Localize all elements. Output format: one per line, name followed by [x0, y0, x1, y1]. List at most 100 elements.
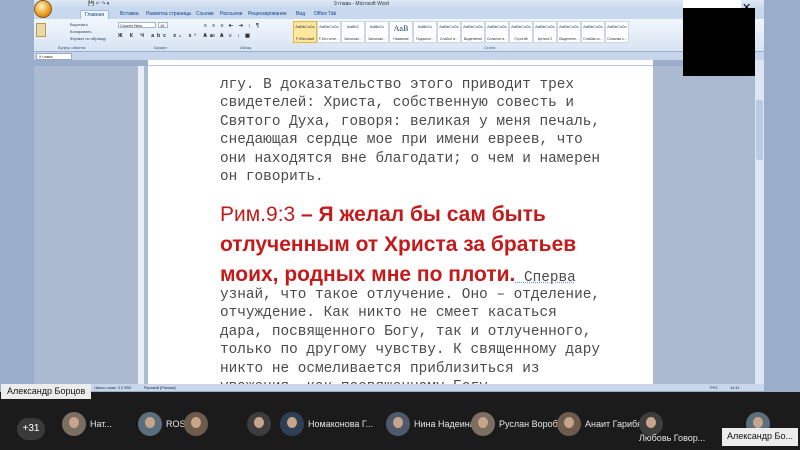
style-name: ¶ Обычный: [295, 37, 315, 41]
style-tile[interactable]: AaBbCc Заголово...: [365, 21, 389, 43]
document-page[interactable]: лгу. В доказательство этого приводит тре…: [148, 66, 653, 386]
style-name: Строгий: [514, 37, 528, 41]
self-view-header: [683, 0, 741, 8]
format-painter-button[interactable]: Формат по образцу: [70, 36, 106, 41]
avatar: [62, 412, 86, 436]
verse-reference: Рим.9:3: [220, 203, 296, 226]
style-tile[interactable]: AaBbCcDc ¶ Без инте...: [317, 21, 341, 43]
style-sample: AaBbCcDc: [559, 24, 579, 29]
input-language[interactable]: РУС: [710, 385, 718, 390]
shared-screen: 💾 ↶ ↷ ▾ 9 глава - Microsoft Word Главная…: [0, 0, 800, 392]
style-tile[interactable]: AaBbCcDc Сильная с...: [605, 21, 629, 43]
style-tile[interactable]: AaBbCcDc Строгий: [509, 21, 533, 43]
style-sample: AaBbCcDc: [319, 24, 339, 29]
font-name-select[interactable]: Courier New: [118, 22, 156, 28]
participant-name: Анаит Гарибян: [585, 419, 647, 429]
style-tile[interactable]: AaBbCcDc Выделенн...: [557, 21, 581, 43]
self-video-preview[interactable]: [683, 8, 755, 76]
tab-page-layout[interactable]: Разметка страницы: [146, 11, 191, 17]
participant-name: Нина Надеина: [414, 419, 475, 429]
style-name: Заголово...: [368, 37, 386, 41]
style-tile[interactable]: AaBbCcDc ¶ Обычный: [293, 21, 317, 43]
clock: 14:11: [730, 385, 740, 390]
style-name: Заголово...: [344, 37, 362, 41]
style-name: Сильное в...: [487, 37, 507, 41]
avatar: [184, 412, 208, 436]
style-tile[interactable]: AaBbCcDc Сильное в...: [485, 21, 509, 43]
style-tile[interactable]: AaBbCcDc Слабое в...: [437, 21, 461, 43]
style-name: Подзагол...: [415, 37, 434, 41]
verse-heading: Рим.9:3 – Я желал бы сам быть отлученным…: [220, 200, 615, 293]
language-status[interactable]: Русский (Россия): [144, 385, 176, 390]
style-name: Сильная с...: [607, 37, 627, 41]
style-name: Слабое в...: [439, 37, 459, 41]
style-sample: AaBbCcDc: [295, 24, 315, 29]
style-tile[interactable]: AaBbCcDc Слабая сс...: [581, 21, 605, 43]
ribbon-tabs: Главная Вставка Разметка страницы Ссылки…: [34, 9, 764, 19]
tab-office-tab[interactable]: Office Tab: [314, 11, 336, 17]
style-sample: AaBbCcDc: [535, 24, 555, 29]
tab-review[interactable]: Рецензирование: [248, 11, 287, 17]
participant-count-button[interactable]: +31: [17, 418, 45, 440]
paragraph-1: лгу. В доказательство этого приводит тре…: [220, 77, 600, 186]
document-tab[interactable]: 9 глава: [36, 53, 72, 60]
avatar: [386, 412, 410, 436]
style-name: Выделение: [463, 37, 483, 41]
cut-button[interactable]: Вырезать: [70, 22, 88, 27]
paste-icon[interactable]: [36, 23, 46, 37]
avatar: [280, 412, 304, 436]
paragraph-align-buttons[interactable]: ≡ ≡ ≡ ≡ ↕ ▦: [204, 33, 252, 39]
office-button[interactable]: [34, 0, 52, 18]
participant-tile[interactable]: Анаит Гарибян: [557, 412, 647, 436]
copy-button[interactable]: Копировать: [70, 29, 92, 34]
tab-view[interactable]: Вид: [296, 11, 305, 17]
status-bar: Число слов: 3 2 950 Русский (Россия) РУС…: [34, 384, 764, 391]
style-name: ¶ Без инте...: [319, 37, 339, 41]
style-tile[interactable]: AaBbCcDc Цитата 2: [533, 21, 557, 43]
tab-insert[interactable]: Вставка: [120, 11, 139, 17]
presenter-name-tag: Александр Борцов: [1, 384, 92, 399]
participant-tile[interactable]: [247, 412, 271, 436]
style-tile[interactable]: AaBbCcDc Выделение: [461, 21, 485, 43]
avatar: [247, 412, 271, 436]
participant-name: Руслан Вороб...: [499, 419, 566, 429]
style-name: Цитата 2: [537, 37, 553, 41]
participant-tile[interactable]: Нина Надеина: [386, 412, 475, 436]
style-sample: AaBbC: [346, 24, 360, 29]
participant-name: Номаконова Г...: [308, 419, 374, 429]
avatar: [471, 412, 495, 436]
quick-access-toolbar[interactable]: 💾 ↶ ↷ ▾: [88, 1, 109, 7]
style-tile[interactable]: AaB Название: [389, 21, 413, 43]
tab-mailings[interactable]: Рассылки: [220, 11, 242, 17]
group-label-styles: Стили: [484, 45, 496, 50]
styles-gallery[interactable]: AaBbCcDc ¶ Обычный AaBbCcDc ¶ Без инте... Aa…: [293, 21, 629, 43]
participant-tile[interactable]: Номаконова Г...: [280, 412, 373, 436]
style-sample: AaB: [393, 24, 409, 33]
font-size-select[interactable]: 16: [158, 22, 168, 28]
style-sample: AaBbCc: [417, 24, 433, 29]
avatar: [557, 412, 581, 436]
style-sample: AaBbCcDc: [439, 24, 459, 29]
participant-name: Нат...: [90, 419, 112, 429]
group-label-clipboard: Буфер обмена: [58, 45, 86, 50]
scroll-thumb[interactable]: [756, 100, 763, 160]
style-sample: AaBbCcDc: [607, 24, 627, 29]
group-label-font: Шрифт: [154, 45, 168, 50]
participant-tile[interactable]: [184, 412, 208, 436]
paragraph-2: узнай, что такое отлучение. Оно – отделе…: [220, 287, 600, 386]
tab-references[interactable]: Ссылки: [196, 11, 214, 17]
participant-tile[interactable]: Нат...: [62, 412, 112, 436]
window-title: 9 глава - Microsoft Word: [334, 1, 389, 7]
style-name: Слабая сс...: [583, 37, 603, 41]
style-tile[interactable]: AaBbCc Подзагол...: [413, 21, 437, 43]
participant-tile[interactable]: Руслан Вороб...: [471, 412, 565, 436]
tab-home[interactable]: Главная: [80, 10, 110, 19]
paragraph-list-buttons[interactable]: ≡ ≡ ≡ ⇤ ⇥ ↕ ¶: [204, 23, 261, 29]
style-sample: AaBbCcDc: [463, 24, 483, 29]
participant-name: Любовь Говор...: [639, 433, 706, 443]
vertical-ruler[interactable]: [138, 66, 144, 384]
close-icon[interactable]: ✕: [742, 1, 751, 14]
style-tile[interactable]: AaBbC Заголово...: [341, 21, 365, 43]
vertical-scrollbar[interactable]: [754, 60, 764, 386]
word-count[interactable]: Число слов: 3 2 950: [94, 385, 131, 390]
